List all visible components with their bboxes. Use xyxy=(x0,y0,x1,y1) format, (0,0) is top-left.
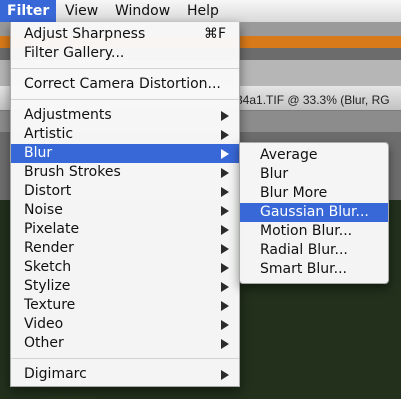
menu-item-label: Adjust Sharpness xyxy=(24,26,146,42)
submenu-arrow-icon xyxy=(221,206,229,216)
submenu-arrow-icon xyxy=(221,111,229,121)
submenu-arrow-icon xyxy=(221,301,229,311)
menu-item-label: Blur More xyxy=(260,185,328,201)
menu-item-blur-more[interactable]: Blur More xyxy=(240,184,388,203)
menu-item-label: Distort xyxy=(24,183,72,199)
filter-menu: Adjust Sharpness ⌘F Filter Gallery... Co… xyxy=(10,22,240,387)
menu-help[interactable]: Help xyxy=(180,0,226,22)
menu-item-adjustments[interactable]: Adjustments xyxy=(11,106,239,125)
submenu-arrow-icon xyxy=(221,339,229,349)
menu-item-texture[interactable]: Texture xyxy=(11,296,239,315)
menu-item-label: Adjustments xyxy=(24,107,112,123)
submenu-arrow-icon xyxy=(221,320,229,330)
menu-item-label: Radial Blur... xyxy=(260,242,348,258)
menu-item-filter-gallery[interactable]: Filter Gallery... xyxy=(11,44,239,63)
menu-item-render[interactable]: Render xyxy=(11,239,239,258)
menu-item-video[interactable]: Video xyxy=(11,315,239,334)
menu-item-label: Blur xyxy=(24,145,53,161)
menu-item-label: Video xyxy=(24,316,64,332)
submenu-arrow-icon xyxy=(221,244,229,254)
menu-item-label: Filter Gallery... xyxy=(24,45,125,61)
menu-item-label: Artistic xyxy=(24,126,74,142)
menu-item-adjust-sharpness[interactable]: Adjust Sharpness ⌘F xyxy=(11,25,239,44)
menu-item-label: Smart Blur... xyxy=(260,261,347,277)
menu-item-label: Noise xyxy=(24,202,63,218)
menu-item-label: Average xyxy=(260,147,318,163)
menu-item-label: Blur xyxy=(260,166,289,182)
menu-item-sketch[interactable]: Sketch xyxy=(11,258,239,277)
menu-item-stylize[interactable]: Stylize xyxy=(11,277,239,296)
menu-item-label: Texture xyxy=(24,297,76,313)
menu-item-label: Pixelate xyxy=(24,221,80,237)
menu-view[interactable]: View xyxy=(58,0,105,22)
menu-item-label: Stylize xyxy=(24,278,71,294)
menu-item-gaussian-blur[interactable]: Gaussian Blur... xyxy=(240,203,388,222)
menu-item-radial-blur[interactable]: Radial Blur... xyxy=(240,241,388,260)
menu-item-digimarc[interactable]: Digimarc xyxy=(11,365,239,384)
menu-item-label: Other xyxy=(24,335,64,351)
menu-bar: Filter View Window Help xyxy=(0,0,401,23)
menu-item-artistic[interactable]: Artistic xyxy=(11,125,239,144)
menu-item-motion-blur[interactable]: Motion Blur... xyxy=(240,222,388,241)
blur-submenu: Average Blur Blur More Gaussian Blur... … xyxy=(239,142,389,284)
menu-item-blur[interactable]: Blur xyxy=(11,144,239,163)
menu-item-label: Digimarc xyxy=(24,366,87,382)
menu-item-label: Motion Blur... xyxy=(260,223,353,239)
submenu-arrow-icon xyxy=(221,282,229,292)
menu-item-distort[interactable]: Distort xyxy=(11,182,239,201)
menu-item-blur-plain[interactable]: Blur xyxy=(240,165,388,184)
menu-item-label: Gaussian Blur... xyxy=(260,204,369,220)
menu-item-label: Sketch xyxy=(24,259,72,275)
submenu-arrow-icon xyxy=(221,168,229,178)
menu-separator xyxy=(11,358,239,359)
menu-item-label: Brush Strokes xyxy=(24,164,121,180)
menu-separator xyxy=(11,99,239,100)
menu-item-label: Render xyxy=(24,240,74,256)
menu-window[interactable]: Window xyxy=(108,0,177,22)
menu-item-other[interactable]: Other xyxy=(11,334,239,353)
submenu-arrow-icon xyxy=(221,225,229,235)
menu-item-pixelate[interactable]: Pixelate xyxy=(11,220,239,239)
submenu-arrow-icon xyxy=(221,149,229,159)
menu-item-brush-strokes[interactable]: Brush Strokes xyxy=(11,163,239,182)
shortcut-label: ⌘F xyxy=(203,26,226,42)
submenu-arrow-icon xyxy=(221,130,229,140)
submenu-arrow-icon xyxy=(221,263,229,273)
menu-item-noise[interactable]: Noise xyxy=(11,201,239,220)
menu-item-smart-blur[interactable]: Smart Blur... xyxy=(240,260,388,279)
menu-separator xyxy=(11,68,239,69)
submenu-arrow-icon xyxy=(221,370,229,380)
document-title: 34a1.TIF @ 33.3% (Blur, RG xyxy=(236,93,390,107)
menu-item-correct-camera-distortion[interactable]: Correct Camera Distortion... xyxy=(11,75,239,94)
menu-filter[interactable]: Filter xyxy=(0,0,57,22)
menu-item-average[interactable]: Average xyxy=(240,146,388,165)
menu-item-label: Correct Camera Distortion... xyxy=(24,76,221,92)
submenu-arrow-icon xyxy=(221,187,229,197)
